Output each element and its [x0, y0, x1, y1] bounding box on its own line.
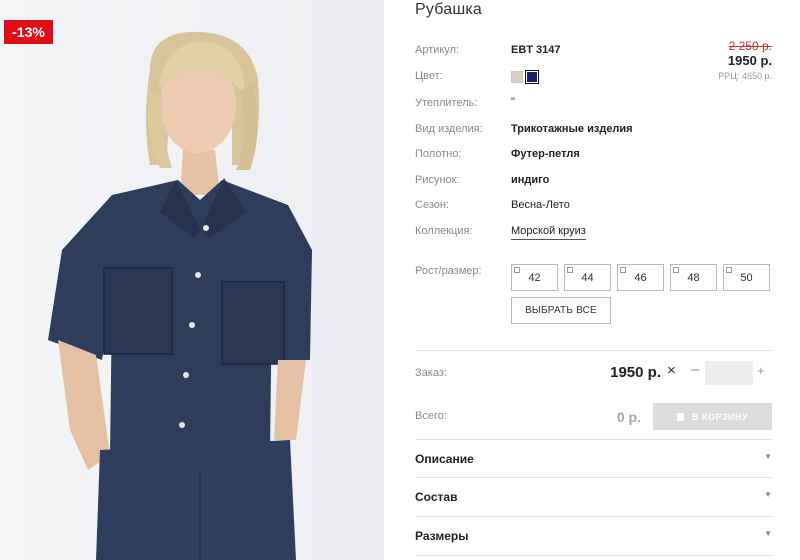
collection-link[interactable]: Морской круиз — [511, 225, 586, 240]
old-price: 2 250 р. — [728, 39, 772, 53]
accordion-composition[interactable]: Состав ▼ — [415, 478, 772, 516]
cart-icon — [676, 412, 684, 421]
size-option-44[interactable]: 44 — [564, 264, 611, 291]
attr-label-fabric: Полотно: — [415, 148, 462, 160]
quantity-input[interactable] — [705, 361, 753, 385]
discount-badge: -13% — [4, 20, 53, 44]
color-swatch-navy[interactable] — [525, 70, 539, 84]
attr-value-pattern: индиго — [511, 174, 550, 186]
accordion-description[interactable]: Описание ▼ — [415, 440, 772, 478]
size-option-46[interactable]: 46 — [617, 264, 664, 291]
attr-label-color: Цвет: — [415, 70, 443, 82]
attr-value-season: Весна-Лето — [511, 199, 570, 211]
size-option-label: 48 — [687, 272, 700, 284]
total-label: Всего: — [415, 410, 447, 422]
order-unit-price: 1950 р. — [610, 364, 661, 381]
accordion-label: Размеры — [415, 529, 469, 543]
total-value: 0 р. — [616, 409, 641, 425]
attr-value-article: EBT 3147 — [511, 44, 561, 56]
add-to-cart-button[interactable]: В КОРЗИНУ — [653, 403, 772, 430]
recommended-retail-price: РРЦ: 4650 р. — [718, 71, 772, 81]
product-title: Рубашка — [415, 1, 483, 18]
order-label: Заказ: — [415, 367, 447, 379]
size-option-label: 46 — [634, 272, 647, 284]
size-option-label: 50 — [740, 272, 753, 284]
attr-value-product-type: Трикотажные изделия — [511, 123, 633, 135]
chevron-down-icon: ▼ — [764, 490, 772, 499]
accordion-sizes[interactable]: Размеры ▼ — [415, 517, 772, 555]
model-illustration — [0, 0, 384, 560]
product-info-panel: Рубашка 2 250 р. 1950 р. РРЦ: 4650 р. Ар… — [384, 0, 800, 560]
multiply-sign: × — [667, 362, 676, 379]
attr-value-insulation: " — [511, 96, 515, 108]
attr-label-product-type: Вид изделия: — [415, 123, 483, 135]
color-swatch-beige[interactable] — [511, 71, 523, 83]
select-all-sizes-button[interactable]: ВЫБРАТЬ ВСЕ — [511, 297, 611, 324]
chevron-down-icon: ▼ — [764, 529, 772, 538]
attr-value-fabric: Футер-петля — [511, 148, 580, 160]
divider — [415, 555, 772, 556]
attr-label-pattern: Рисунок: — [415, 174, 460, 186]
product-photo[interactable]: -13% — [0, 0, 384, 560]
size-option-48[interactable]: 48 — [670, 264, 717, 291]
accordion-label: Состав — [415, 490, 458, 504]
quantity-increment-button[interactable]: + — [757, 363, 765, 378]
attr-label-insulation: Утеплитель: — [415, 97, 478, 109]
chevron-down-icon: ▼ — [764, 452, 772, 461]
size-option-label: 42 — [528, 272, 541, 284]
size-option-50[interactable]: 50 — [723, 264, 770, 291]
size-option-label: 44 — [581, 272, 594, 284]
size-label: Рост/размер: — [415, 265, 482, 277]
size-option-42[interactable]: 42 — [511, 264, 558, 291]
quantity-decrement-button[interactable]: – — [691, 361, 699, 378]
accordion-label: Описание — [415, 452, 474, 466]
add-to-cart-label: В КОРЗИНУ — [691, 411, 749, 422]
attr-label-collection: Коллекция: — [415, 225, 473, 237]
current-price: 1950 р. — [727, 53, 772, 68]
attr-label-season: Сезон: — [415, 199, 449, 211]
divider — [415, 350, 772, 351]
attr-label-article: Артикул: — [415, 44, 460, 56]
